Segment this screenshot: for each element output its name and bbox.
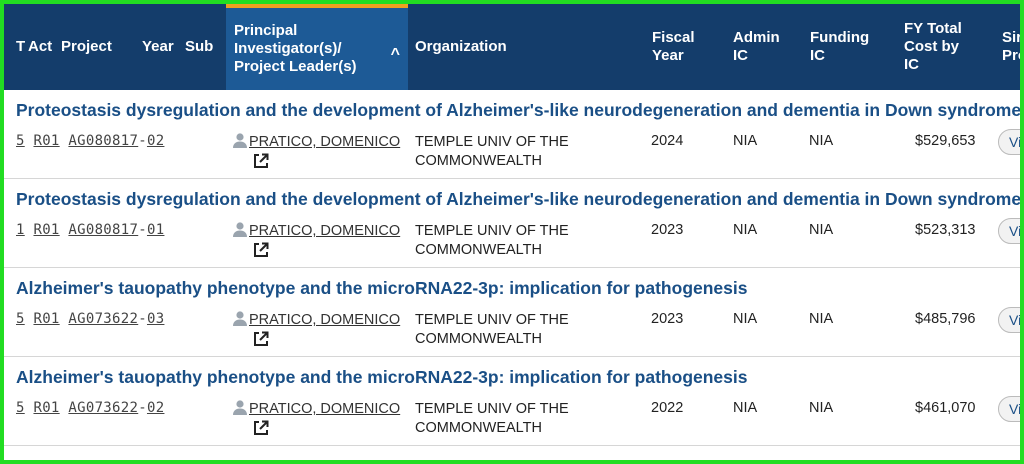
person-icon	[233, 400, 247, 415]
funding-ic: NIA	[809, 222, 834, 238]
fy-total-cost: $485,796	[915, 311, 976, 327]
col-header-year[interactable]: Year	[142, 4, 182, 90]
project-number-link[interactable]: 5 R01 AG073622-02	[16, 400, 164, 416]
view-similar-button[interactable]: Vi	[998, 396, 1020, 422]
pi-link[interactable]: PRATICO, DOMENICO	[232, 399, 400, 417]
table-header: T Act Project Year Sub Principal Investi…	[4, 4, 1020, 90]
col-header-project[interactable]: Project	[61, 4, 121, 90]
organization-name: TEMPLE UNIV OF THE COMMONWEALTH	[415, 312, 569, 347]
fiscal-year: 2023	[651, 222, 684, 238]
results-table: T Act Project Year Sub Principal Investi…	[0, 0, 1024, 464]
project-title-link[interactable]: Alzheimer's tauopathy phenotype and the …	[16, 278, 748, 299]
fiscal-year: 2023	[651, 311, 684, 327]
admin-ic: NIA	[733, 222, 758, 238]
fiscal-year: 2022	[651, 400, 684, 416]
person-icon	[233, 133, 247, 148]
external-link-icon[interactable]	[253, 331, 269, 347]
table-row: Proteostasis dysregulation and the devel…	[4, 179, 1020, 268]
person-icon	[233, 222, 247, 237]
external-link-icon[interactable]	[253, 242, 269, 258]
fy-total-cost: $461,070	[915, 400, 976, 416]
fiscal-year: 2024	[651, 133, 684, 149]
pi-link[interactable]: PRATICO, DOMENICO	[232, 132, 400, 150]
table-row: Alzheimer's tauopathy phenotype and the …	[4, 357, 1020, 446]
col-header-sub[interactable]: Sub	[185, 4, 220, 90]
funding-ic: NIA	[809, 133, 834, 149]
project-title-link[interactable]: Alzheimer's tauopathy phenotype and the …	[16, 367, 748, 388]
fy-total-cost: $529,653	[915, 133, 976, 149]
col-header-similar-projects[interactable]: Sir Pro	[1002, 4, 1020, 90]
table-row: Proteostasis dysregulation and the devel…	[4, 90, 1020, 179]
pi-link[interactable]: PRATICO, DOMENICO	[232, 310, 400, 328]
project-number-link[interactable]: 5 R01 AG073622-03	[16, 311, 164, 327]
sort-ascending-icon: ^	[390, 46, 400, 63]
table-row: Alzheimer's tauopathy phenotype and the …	[4, 268, 1020, 357]
funding-ic: NIA	[809, 400, 834, 416]
organization-name: TEMPLE UNIV OF THE COMMONWEALTH	[415, 223, 569, 258]
col-header-funding-ic[interactable]: Funding IC	[810, 4, 880, 90]
col-header-organization[interactable]: Organization	[415, 4, 535, 90]
external-link-icon[interactable]	[253, 153, 269, 169]
view-similar-button[interactable]: Vi	[998, 307, 1020, 333]
view-similar-button[interactable]: Vi	[998, 129, 1020, 155]
admin-ic: NIA	[733, 133, 758, 149]
col-header-pi[interactable]: Principal Investigator(s)/ Project Leade…	[226, 4, 408, 90]
col-header-act[interactable]: Act	[28, 4, 62, 90]
funding-ic: NIA	[809, 311, 834, 327]
fy-total-cost: $523,313	[915, 222, 976, 238]
organization-name: TEMPLE UNIV OF THE COMMONWEALTH	[415, 134, 569, 169]
external-link-icon[interactable]	[253, 420, 269, 436]
admin-ic: NIA	[733, 311, 758, 327]
admin-ic: NIA	[733, 400, 758, 416]
col-header-fiscal-year[interactable]: Fiscal Year	[652, 4, 712, 90]
view-similar-button[interactable]: Vi	[998, 218, 1020, 244]
project-number-link[interactable]: 5 R01 AG080817-02	[16, 133, 164, 149]
col-header-fy-total-cost[interactable]: FY Total Cost by IC	[904, 4, 984, 90]
organization-name: TEMPLE UNIV OF THE COMMONWEALTH	[415, 401, 569, 436]
project-title-link[interactable]: Proteostasis dysregulation and the devel…	[16, 100, 1020, 121]
project-title-link[interactable]: Proteostasis dysregulation and the devel…	[16, 189, 1020, 210]
col-header-admin-ic[interactable]: Admin IC	[733, 4, 793, 90]
project-number-link[interactable]: 1 R01 AG080817-01	[16, 222, 164, 238]
pi-link[interactable]: PRATICO, DOMENICO	[232, 221, 400, 239]
person-icon	[233, 311, 247, 326]
